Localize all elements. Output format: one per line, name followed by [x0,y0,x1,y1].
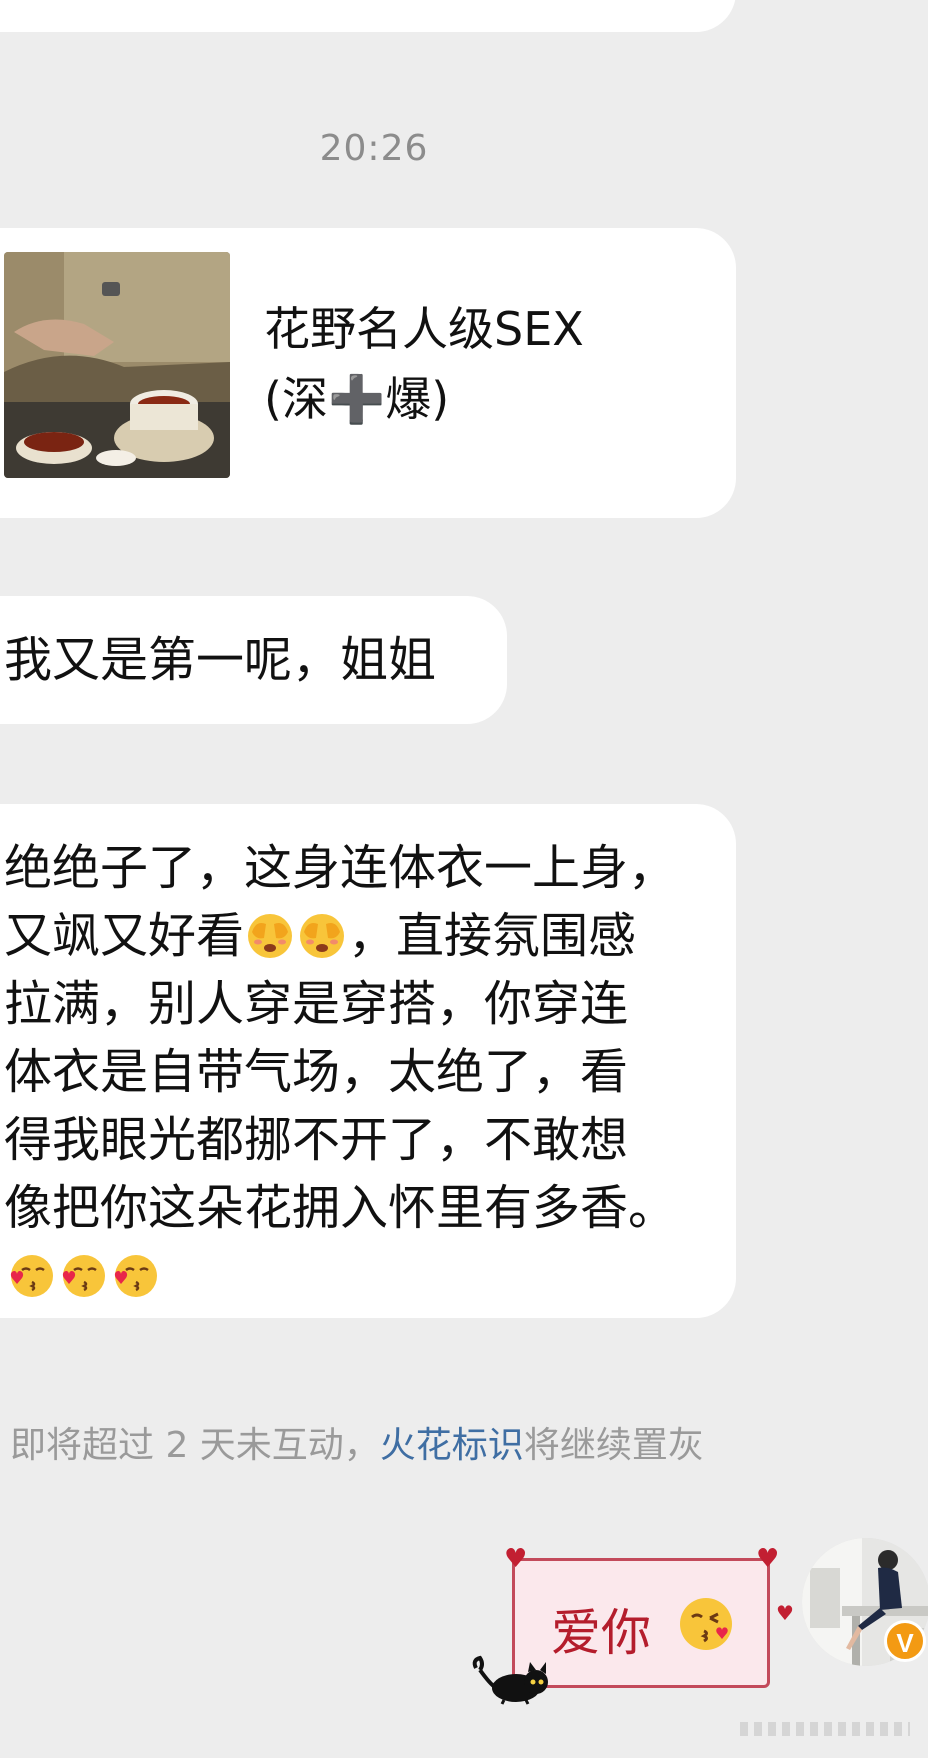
interaction-notice: 即将超过 2 天未互动，火花标识将继续置灰 [10,1416,704,1468]
message-line: 又飒又好看 [4,908,245,964]
spark-badge-link[interactable]: 火花标识 [380,1425,524,1466]
kiss-heart-emoji-icon [58,1252,106,1300]
message-text: 绝绝子了，这身连体衣一上身， 又飒又好看 ，直接氛围感 拉满，别人穿是穿搭，你穿连… [4,834,724,1310]
black-cat-icon [470,1654,556,1706]
shared-video-card[interactable]: 花野名人级SEX (深➕爆) [0,228,736,518]
message-lines: 拉满，别人穿是穿搭，你穿连 体衣是自带气场，太绝了，看 得我眼光都挪不开了，不敢… [4,976,677,1236]
video-thumbnail[interactable] [4,252,230,478]
heart-icon: ♥ [776,1601,794,1625]
message-text: 我又是第一呢，姐姐 [4,632,437,688]
heart-icon: ♥ [504,1544,528,1574]
chat-timestamp: 20:26 [319,128,429,169]
blowing-kiss-emoji-icon [677,1595,735,1653]
message-line: 绝绝子了，这身连体衣一上身， [4,840,677,896]
message-line: ，直接氛围感 [348,908,637,964]
watermark [740,1722,910,1736]
previous-message-bubble[interactable] [0,0,736,32]
notice-text: 将继续置灰 [523,1425,704,1466]
kiss-heart-emoji-icon [110,1252,158,1300]
peek-emoji-icon [246,912,294,960]
message-bubble[interactable]: 我又是第一呢，姐姐 [0,596,507,724]
peek-emoji-icon [298,912,346,960]
kiss-heart-emoji-icon [6,1252,54,1300]
video-title: 花野名人级SEX (深➕爆) [264,302,584,426]
notice-text: 即将超过 2 天未互动， [10,1425,380,1466]
sticker-message[interactable]: 爱你 ♥ ♥ ♥ [470,1544,794,1705]
heart-icon: ♥ [756,1544,780,1574]
message-bubble[interactable]: 绝绝子了，这身连体衣一上身， 又飒又好看 ，直接氛围感 拉满，别人穿是穿搭，你穿连… [0,804,736,1318]
verified-badge: V [884,1620,926,1662]
sticker-text: 爱你 [551,1604,651,1662]
